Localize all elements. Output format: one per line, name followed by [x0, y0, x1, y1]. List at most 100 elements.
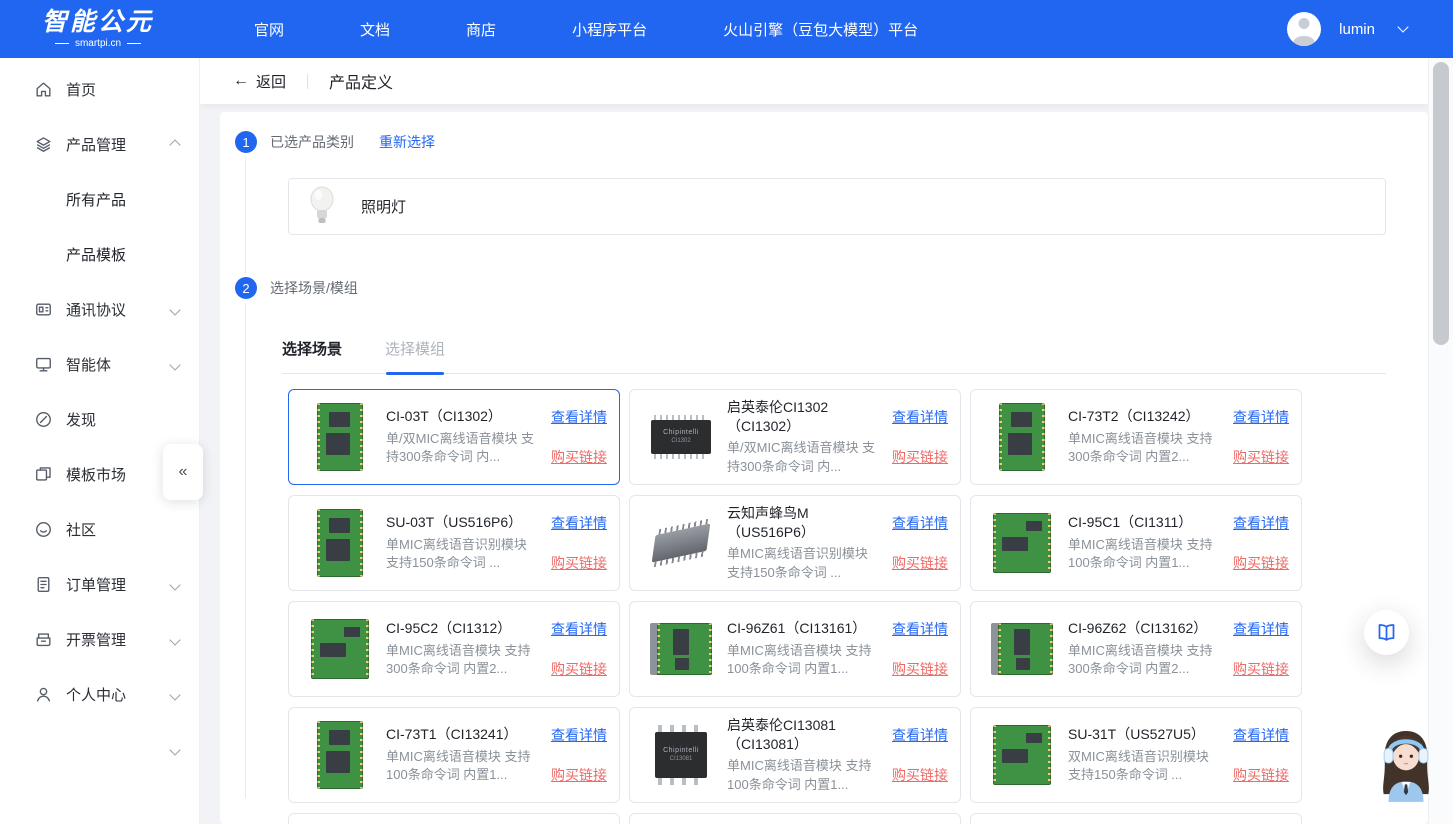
sidebar-collapse-button[interactable]: «: [163, 444, 203, 500]
sidebar-item-community[interactable]: 社区: [0, 502, 199, 557]
sidebar-item-label: 通讯协议: [66, 299, 126, 320]
module-name: 启英泰伦CI1302（CI1302）: [727, 398, 881, 436]
module-description: 双MIC离线语音识别模块 支持150条命令词 ...: [1068, 748, 1222, 785]
chevron-down-icon: [171, 356, 179, 373]
chevron-down-icon: [171, 576, 179, 593]
view-details-link[interactable]: 查看详情: [551, 725, 607, 745]
buy-link[interactable]: 购买链接: [892, 659, 948, 679]
sidebar-item-order-management[interactable]: 订单管理: [0, 557, 199, 612]
monitor-icon: [34, 355, 53, 374]
nav-volcengine-platform[interactable]: 火山引擎（豆包大模型）平台: [723, 19, 918, 40]
chip-model-label: CI1302: [671, 438, 690, 446]
step-connector: [245, 157, 246, 273]
module-description: 单MIC离线语音模块 支持300条命令词 内置2...: [386, 642, 540, 679]
sidebar-item-profile[interactable]: 个人中心: [0, 667, 199, 722]
view-details-link[interactable]: 查看详情: [1233, 619, 1289, 639]
module-card[interactable]: CI-95C1（CI1311） 单MIC离线语音模块 支持100条命令词 内置1…: [970, 495, 1302, 591]
buy-link[interactable]: 购买链接: [551, 553, 607, 573]
buy-link[interactable]: 购买链接: [892, 553, 948, 573]
step-1-row: 1 已选产品类别 重新选择: [235, 131, 435, 153]
module-card-partial[interactable]: [970, 813, 1302, 824]
sidebar-item-invoice-management[interactable]: 开票管理: [0, 612, 199, 667]
step-1-badge: 1: [235, 131, 257, 153]
scene-module-tabs: 选择场景 选择模组: [282, 338, 1386, 374]
sidebar-item-protocol[interactable]: 通讯协议: [0, 282, 199, 337]
buy-link[interactable]: 购买链接: [892, 765, 948, 785]
view-details-link[interactable]: 查看详情: [551, 619, 607, 639]
view-details-link[interactable]: 查看详情: [892, 513, 948, 533]
view-details-link[interactable]: 查看详情: [551, 513, 607, 533]
scrollbar-thumb[interactable]: [1433, 62, 1449, 345]
home-icon: [34, 80, 53, 99]
username[interactable]: lumin: [1339, 21, 1375, 38]
module-card[interactable]: Chipintelli CI13081 启英泰伦CI13081（CI13081）…: [629, 707, 961, 803]
sidebar-item-product-templates[interactable]: 产品模板: [0, 227, 199, 282]
view-details-link[interactable]: 查看详情: [1233, 407, 1289, 427]
module-image: [989, 612, 1055, 686]
buy-link[interactable]: 购买链接: [1233, 553, 1289, 573]
sidebar-item-label: 产品模板: [66, 244, 126, 265]
tab-select-module[interactable]: 选择模组: [385, 338, 445, 373]
selected-category-card: 照明灯: [288, 178, 1386, 235]
tab-select-scene[interactable]: 选择场景: [282, 338, 342, 373]
sidebar-item-discover[interactable]: 发现: [0, 392, 199, 447]
step-2-label: 选择场景/模组: [270, 278, 358, 298]
sidebar-item-agent[interactable]: 智能体: [0, 337, 199, 392]
buy-link[interactable]: 购买链接: [551, 659, 607, 679]
module-card[interactable]: SU-31T（US527U5） 双MIC离线语音识别模块 支持150条命令词 .…: [970, 707, 1302, 803]
module-card[interactable]: Chipintelli CI1302 启英泰伦CI1302（CI1302） 单/…: [629, 389, 961, 485]
view-details-link[interactable]: 查看详情: [892, 407, 948, 427]
page-title: 产品定义: [329, 69, 393, 93]
module-card[interactable]: SU-03T（US516P6） 单MIC离线语音识别模块 支持150条命令词 .…: [288, 495, 620, 591]
sidebar-item-label: 社区: [66, 519, 96, 540]
view-details-link[interactable]: 查看详情: [551, 407, 607, 427]
module-card[interactable]: 云知声蜂鸟M（US516P6） 单MIC离线语音识别模块 支持150条命令词 .…: [629, 495, 961, 591]
module-name: CI-73T2（CI13242）: [1068, 407, 1222, 426]
buy-link[interactable]: 购买链接: [551, 765, 607, 785]
chevron-down-icon: [171, 631, 179, 648]
sidebar-item-label: 所有产品: [66, 189, 126, 210]
module-card[interactable]: CI-73T2（CI13242） 单MIC离线语音模块 支持300条命令词 内置…: [970, 389, 1302, 485]
module-image: [307, 506, 373, 580]
sidebar-item-product-management[interactable]: 产品管理: [0, 117, 199, 172]
sidebar-item-extra[interactable]: [0, 722, 199, 777]
module-card-partial[interactable]: [629, 813, 961, 824]
sidebar-item-all-products[interactable]: 所有产品: [0, 172, 199, 227]
module-card[interactable]: CI-73T1（CI13241） 单MIC离线语音模块 支持100条命令词 内置…: [288, 707, 620, 803]
order-icon: [34, 575, 53, 594]
nav-official-site[interactable]: 官网: [254, 19, 284, 40]
module-card-partial[interactable]: [288, 813, 620, 824]
nav-store[interactable]: 商店: [466, 19, 496, 40]
module-card[interactable]: CI-96Z62（CI13162） 单MIC离线语音模块 支持300条命令词 内…: [970, 601, 1302, 697]
sidebar-item-home[interactable]: 首页: [0, 62, 199, 117]
step-2-badge: 2: [235, 277, 257, 299]
docs-floating-button[interactable]: [1364, 610, 1409, 655]
view-details-link[interactable]: 查看详情: [1233, 725, 1289, 745]
buy-link[interactable]: 购买链接: [1233, 659, 1289, 679]
buy-link[interactable]: 购买链接: [1233, 765, 1289, 785]
nav-docs[interactable]: 文档: [360, 19, 390, 40]
chip-brand-label: Chipintelli: [663, 746, 699, 756]
module-card[interactable]: CI-95C2（CI1312） 单MIC离线语音模块 支持300条命令词 内置2…: [288, 601, 620, 697]
module-grid: CI-03T（CI1302） 单/双MIC离线语音模块 支持300条命令词 内.…: [288, 389, 1386, 824]
brand-logo[interactable]: 智能公元 smartpi.cn: [42, 10, 154, 49]
invoice-icon: [34, 630, 53, 649]
nav-miniprogram-platform[interactable]: 小程序平台: [572, 19, 647, 40]
view-details-link[interactable]: 查看详情: [892, 619, 948, 639]
user-menu-chevron-down-icon[interactable]: [1397, 21, 1408, 32]
compass-icon: [34, 410, 53, 429]
module-card[interactable]: CI-03T（CI1302） 单/双MIC离线语音模块 支持300条命令词 内.…: [288, 389, 620, 485]
reselect-link[interactable]: 重新选择: [379, 132, 435, 152]
module-card[interactable]: CI-96Z61（CI13161） 单MIC离线语音模块 支持100条命令词 内…: [629, 601, 961, 697]
view-details-link[interactable]: 查看详情: [1233, 513, 1289, 533]
back-button[interactable]: ← 返回: [233, 71, 286, 92]
module-description: 单MIC离线语音模块 支持300条命令词 内置2...: [1068, 430, 1222, 467]
buy-link[interactable]: 购买链接: [551, 447, 607, 467]
user-avatar[interactable]: [1287, 12, 1321, 46]
selected-category-name: 照明灯: [361, 196, 406, 217]
buy-link[interactable]: 购买链接: [892, 447, 948, 467]
module-name: CI-03T（CI1302）: [386, 407, 540, 426]
assistant-mascot[interactable]: [1372, 726, 1440, 802]
buy-link[interactable]: 购买链接: [1233, 447, 1289, 467]
view-details-link[interactable]: 查看详情: [892, 725, 948, 745]
